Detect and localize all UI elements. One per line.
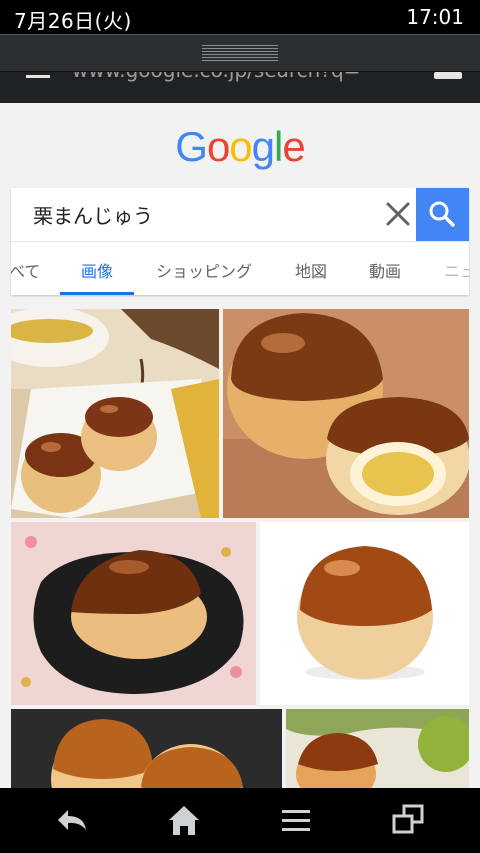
- windows-icon: [392, 804, 424, 834]
- image-result[interactable]: [286, 709, 469, 788]
- drawer-handle[interactable]: [202, 45, 278, 63]
- clear-button[interactable]: [383, 199, 413, 229]
- home-icon: [169, 806, 199, 835]
- logo-letter: G: [175, 123, 208, 170]
- url-text[interactable]: www.google.co.jp/search?q=: [72, 72, 360, 82]
- image-result-photo: [11, 309, 219, 518]
- image-result-photo: [11, 709, 282, 788]
- close-icon: [386, 202, 410, 226]
- logo-letter: e: [282, 123, 305, 170]
- logo-letter: l: [274, 123, 283, 170]
- browser-menu-icon[interactable]: [26, 72, 50, 78]
- menu-button[interactable]: [276, 802, 316, 838]
- bottom-navigation: [0, 788, 480, 853]
- image-result[interactable]: [11, 709, 282, 788]
- logo-letter: o: [229, 123, 252, 170]
- back-button[interactable]: [52, 802, 92, 838]
- tab-all[interactable]: べて: [11, 258, 40, 282]
- windows-button[interactable]: [388, 802, 428, 838]
- tab-images[interactable]: 画像: [81, 258, 113, 282]
- image-result[interactable]: [11, 522, 256, 705]
- image-result[interactable]: [260, 522, 469, 705]
- status-time: 17:01: [406, 5, 464, 29]
- status-date: 7月26日(火): [14, 9, 132, 33]
- status-bar: 7月26日(火) 17:01: [0, 0, 480, 34]
- search-icon: [429, 201, 455, 227]
- search-tabs: べて 画像 ショッピング 地図 動画 ニュ: [11, 241, 469, 295]
- tab-maps[interactable]: 地図: [295, 258, 327, 282]
- search-input[interactable]: [11, 188, 416, 241]
- image-result[interactable]: [11, 309, 219, 518]
- home-button[interactable]: [164, 802, 204, 838]
- notification-drawer-strip[interactable]: [0, 34, 480, 72]
- tab-news[interactable]: ニュ: [444, 258, 469, 282]
- tab-shopping[interactable]: ショッピング: [156, 258, 252, 282]
- back-arrow-icon: [58, 810, 86, 830]
- logo-letter: o: [206, 123, 230, 170]
- menu-icon: [282, 810, 310, 831]
- search-results-page: Google べて 画像 ショッピング 地図 動画 ニュ: [0, 103, 480, 788]
- image-result-photo: [286, 709, 469, 788]
- search-card: べて 画像 ショッピング 地図 動画 ニュ: [11, 188, 469, 295]
- tab-videos[interactable]: 動画: [369, 258, 401, 282]
- logo-letter: g: [251, 123, 275, 170]
- browser-url-bar[interactable]: www.google.co.jp/search?q=: [0, 72, 480, 103]
- google-logo[interactable]: Google: [0, 123, 480, 171]
- image-result-photo: [223, 309, 469, 518]
- search-button[interactable]: [416, 188, 469, 241]
- image-result-photo: [260, 522, 469, 705]
- image-result[interactable]: [223, 309, 469, 518]
- active-tab-indicator: [60, 292, 134, 295]
- image-result-photo: [11, 522, 256, 705]
- browser-tab-icon[interactable]: [434, 72, 462, 79]
